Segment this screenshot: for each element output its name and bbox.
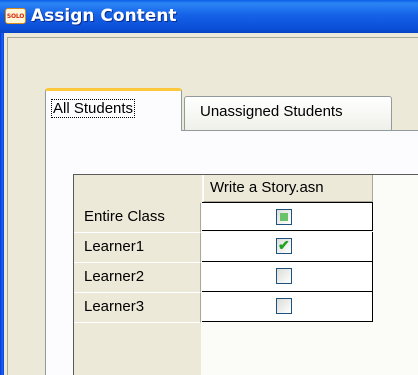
checkmark-icon: ✔ xyxy=(278,237,290,253)
learner3-checkbox[interactable] xyxy=(276,298,292,314)
row-header-entire-class[interactable]: Entire Class xyxy=(74,203,201,233)
solo-logo-text: SOLO xyxy=(6,12,25,20)
column-header[interactable]: Write a Story.asn xyxy=(203,175,373,202)
tab-all-students[interactable]: All Students xyxy=(45,88,182,131)
window-title: Assign Content xyxy=(31,6,177,26)
assignment-grid: Write a Story.asn Entire Class Learner1 … xyxy=(73,174,418,375)
grid-corner xyxy=(74,175,202,203)
tab-unassigned-students[interactable]: Unassigned Students xyxy=(184,96,392,130)
title-bar[interactable]: SOLO Assign Content xyxy=(0,0,418,33)
assign-content-window: SOLO Assign Content All Students Unassig… xyxy=(0,0,418,375)
solo-app-icon: SOLO xyxy=(5,8,26,24)
cell-entire-class[interactable] xyxy=(202,202,373,231)
row-header-learner3[interactable]: Learner3 xyxy=(74,293,201,323)
cell-learner3[interactable] xyxy=(202,292,373,322)
learner1-checkbox[interactable]: ✔ xyxy=(276,237,292,254)
cell-learner1[interactable]: ✔ xyxy=(202,232,373,262)
row-header-learner1[interactable]: Learner1 xyxy=(74,233,201,263)
cell-learner2[interactable] xyxy=(202,262,373,292)
tab-unassigned-students-label: Unassigned Students xyxy=(200,103,343,120)
window-frame-left xyxy=(0,33,4,375)
learner2-checkbox[interactable] xyxy=(276,268,292,284)
grid-empty-area xyxy=(74,323,201,375)
entire-class-checkbox[interactable] xyxy=(276,209,292,225)
tab-all-students-label: All Students xyxy=(51,99,136,118)
row-header-learner2[interactable]: Learner2 xyxy=(74,263,201,293)
